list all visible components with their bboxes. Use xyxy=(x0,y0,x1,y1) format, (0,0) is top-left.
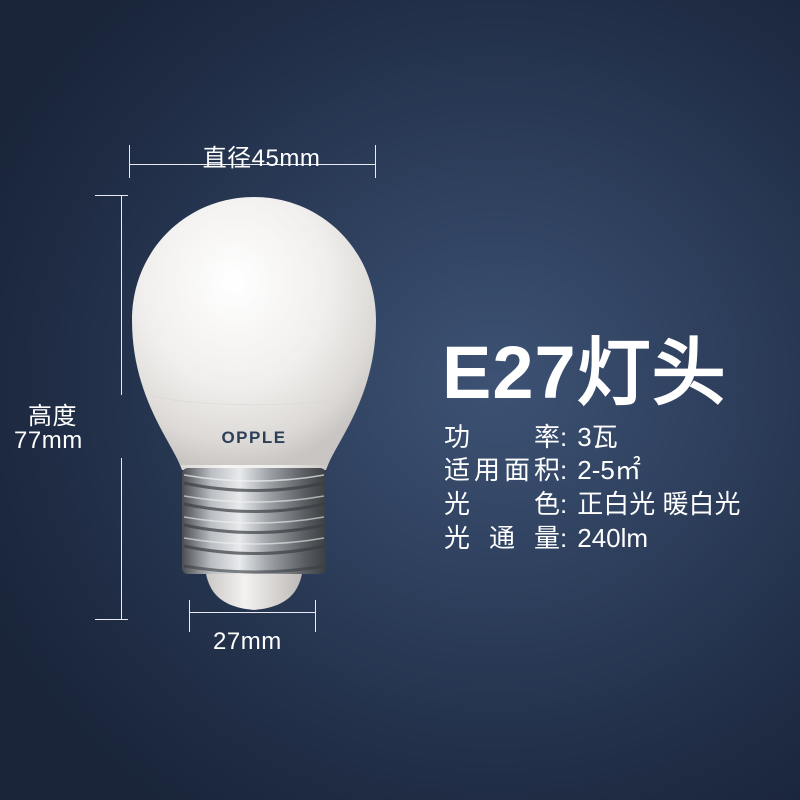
spec-label: 适用面积 xyxy=(444,455,560,485)
brand-logo: OPPLE xyxy=(221,428,287,447)
spec-value: 2-5㎡ xyxy=(577,455,641,485)
product-image: { "dimensions": { "diameter": "直径45mm", … xyxy=(0,0,800,800)
spec-label: 光通量 xyxy=(444,523,560,553)
spec-value: 正白光 暖白光 xyxy=(577,489,741,519)
spec-row-area: 适用面积: 2-5㎡ xyxy=(444,450,641,487)
spec-label: 光色 xyxy=(444,489,560,519)
bulb-screw-base xyxy=(182,468,326,574)
bulb-globe xyxy=(132,197,376,465)
spec-label: 功率 xyxy=(444,422,560,452)
spec-row-luminous-flux: 光通量: 240lm xyxy=(444,518,648,555)
spec-value: 240lm xyxy=(577,523,649,553)
spec-row-power: 功率: 3瓦 xyxy=(444,417,618,454)
product-title: E27灯头 xyxy=(442,331,727,414)
spec-value: 3瓦 xyxy=(577,422,618,452)
spec-row-color: 光色: 正白光 暖白光 xyxy=(444,484,740,521)
bulb-tip xyxy=(206,574,302,610)
